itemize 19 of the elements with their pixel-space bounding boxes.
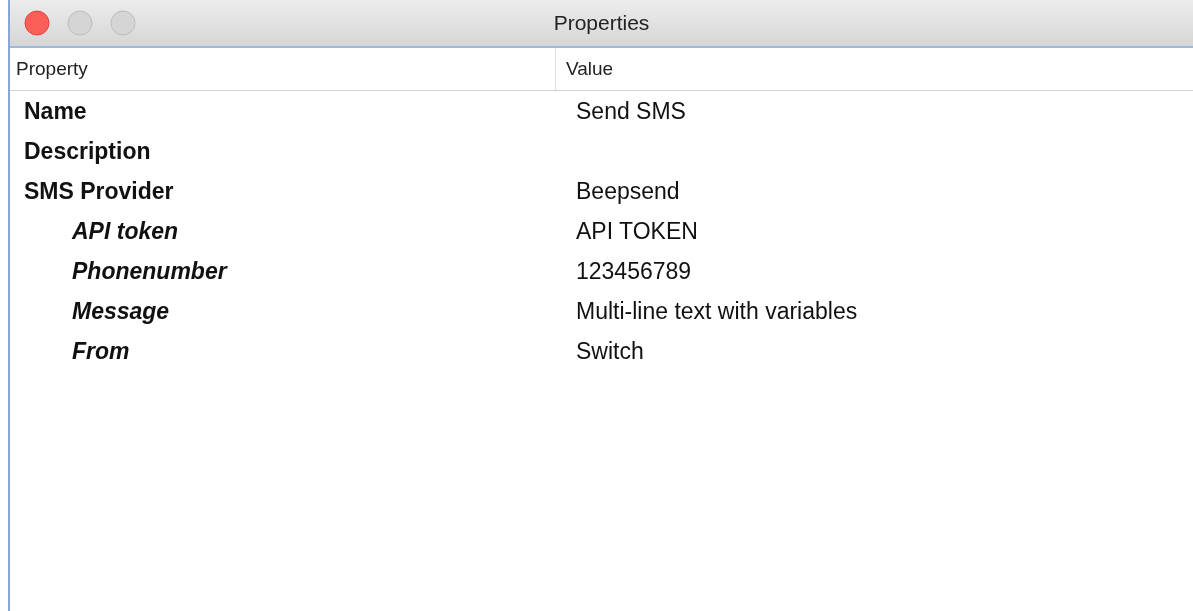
- minimize-button[interactable]: [67, 10, 93, 36]
- property-name: From: [71, 337, 130, 365]
- property-name: Description: [23, 137, 151, 165]
- window-title: Properties: [553, 11, 650, 34]
- property-name: SMS Provider: [23, 177, 174, 205]
- property-name: API token: [70, 217, 179, 245]
- close-button[interactable]: [24, 10, 50, 36]
- property-value[interactable]: API TOKEN: [555, 217, 698, 245]
- column-header[interactable]: Value: [555, 48, 1193, 90]
- property-name: Message: [71, 297, 170, 325]
- property-name: Phonenumber: [71, 257, 227, 285]
- property-value[interactable]: Send SMS: [555, 97, 686, 125]
- zoom-button[interactable]: [110, 10, 136, 36]
- property-value[interactable]: 123456789: [555, 257, 692, 285]
- property-value[interactable]: Switch: [555, 337, 644, 365]
- property-name: Name: [23, 97, 87, 125]
- column-header[interactable]: Property: [10, 48, 555, 90]
- property-value[interactable]: Multi-line text with variables: [555, 297, 858, 325]
- property-value[interactable]: Beepsend: [555, 177, 680, 205]
